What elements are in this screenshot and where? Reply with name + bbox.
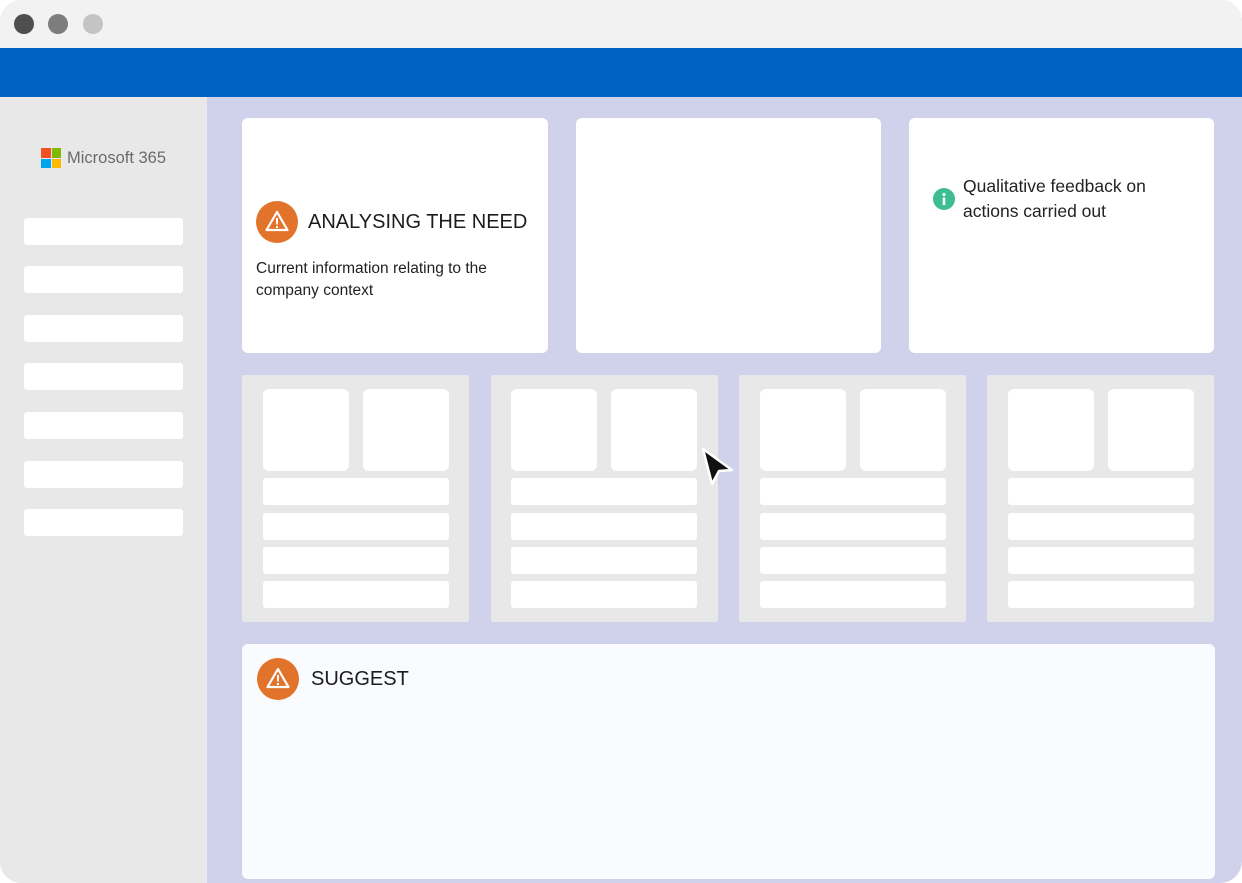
maximize-window-button[interactable] [83,14,103,34]
content-row[interactable] [760,513,946,540]
minimize-window-button[interactable] [48,14,68,34]
feedback-text: Qualitative feedback on actions carried … [963,176,1146,221]
content-tile[interactable] [760,389,846,471]
content-row[interactable] [263,513,449,540]
empty-card [576,118,881,353]
sidebar-item[interactable] [24,218,183,245]
warning-icon [256,201,298,243]
content-tile[interactable] [263,389,349,471]
content-tile[interactable] [511,389,597,471]
brand: Microsoft 365 [41,148,166,168]
microsoft-logo-icon [41,148,61,168]
app-window: Microsoft 365 ANALYSING THE NEED Current… [0,0,1242,883]
content-row[interactable] [760,581,946,608]
title-bar [0,0,1242,48]
content-row[interactable] [511,513,697,540]
content-row[interactable] [263,478,449,505]
card-description: Current information relating to the comp… [256,260,487,299]
content-row[interactable] [760,478,946,505]
sidebar-item[interactable] [24,315,183,342]
sidebar-item[interactable] [24,363,183,390]
content-row[interactable] [511,478,697,505]
content-panel [739,375,966,622]
content-row[interactable] [1008,478,1194,505]
content-row[interactable] [263,547,449,574]
content-row[interactable] [760,547,946,574]
content-tile[interactable] [1108,389,1194,471]
mouse-cursor-icon [701,447,735,492]
content-row[interactable] [1008,513,1194,540]
content-panel [491,375,718,622]
brand-name: Microsoft 365 [67,148,167,167]
content-row[interactable] [1008,581,1194,608]
sidebar-item[interactable] [24,509,183,536]
content-tile[interactable] [363,389,449,471]
content-row[interactable] [511,581,697,608]
sidebar-item[interactable] [24,266,183,293]
content-tile[interactable] [1008,389,1094,471]
content-panel [987,375,1214,622]
card-title: ANALYSING THE NEED [308,211,528,233]
close-window-button[interactable] [14,14,34,34]
content-row[interactable] [263,581,449,608]
content-panel [242,375,469,622]
content-row[interactable] [1008,547,1194,574]
info-icon [933,188,955,210]
content-tile[interactable] [860,389,946,471]
app-bar [0,48,1242,97]
sidebar-item[interactable] [24,412,183,439]
feedback-card: Qualitative feedback on actions carried … [909,118,1214,353]
content-row[interactable] [511,547,697,574]
card-title: SUGGEST [311,668,409,690]
warning-icon [257,658,299,700]
sidebar: Microsoft 365 [0,97,207,883]
analysing-need-card: ANALYSING THE NEED Current information r… [242,118,548,353]
suggest-card: SUGGEST [242,644,1215,879]
content-tile[interactable] [611,389,697,471]
sidebar-item[interactable] [24,461,183,488]
